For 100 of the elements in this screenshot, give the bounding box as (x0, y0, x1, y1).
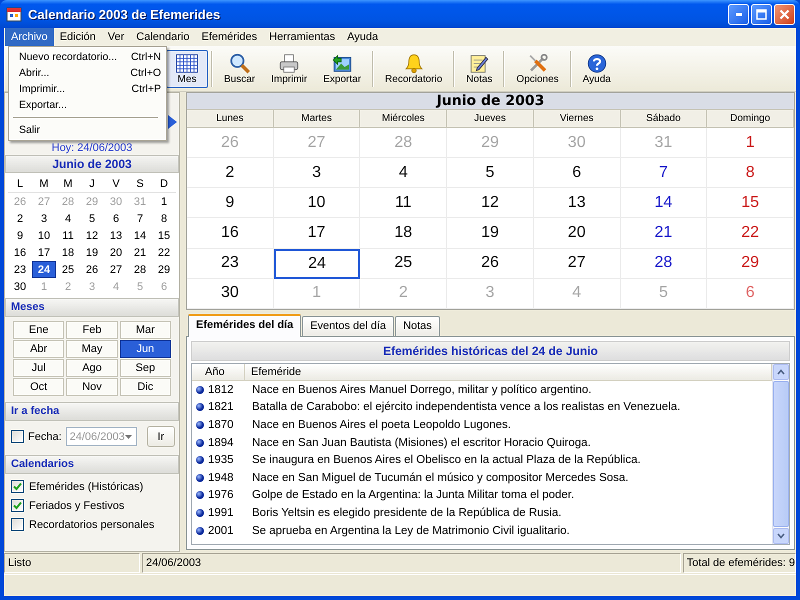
day-cell[interactable]: 21 (620, 218, 708, 249)
menu-item[interactable]: Efemérides (195, 28, 264, 46)
calendar-day[interactable]: 6 (104, 210, 128, 227)
calendar-day[interactable]: 17 (32, 244, 56, 261)
menu-item[interactable]: Edición (54, 28, 102, 46)
calendar-day[interactable]: 10 (32, 227, 56, 244)
maximize-button[interactable] (751, 4, 772, 24)
menu-item[interactable]: Ver (102, 28, 130, 46)
day-cell[interactable]: 20 (534, 218, 621, 249)
day-cell[interactable]: 12 (447, 188, 534, 218)
day-cell[interactable]: 5 (447, 158, 534, 188)
calendar-day[interactable]: 16 (8, 244, 32, 261)
calendar-day[interactable]: 26 (80, 261, 104, 278)
month-button[interactable]: Ene (13, 321, 64, 339)
calendar-day[interactable]: 27 (104, 261, 128, 278)
day-cell[interactable]: 17 (274, 218, 360, 249)
menu-item[interactable]: Calendario (130, 28, 196, 46)
toolbar-button[interactable]: Mes (166, 50, 208, 88)
scrollbar[interactable] (772, 364, 789, 544)
day-cell[interactable]: 19 (447, 218, 534, 249)
day-cell[interactable]: 24 (274, 248, 360, 279)
day-cell[interactable]: 27 (534, 248, 621, 279)
day-cell[interactable]: 11 (360, 188, 448, 218)
column-header[interactable]: Año (192, 364, 245, 380)
calendar-day[interactable]: 12 (80, 227, 104, 244)
day-cell[interactable]: 15 (707, 188, 794, 218)
calendar-day[interactable]: 20 (104, 244, 128, 261)
day-cell[interactable]: 29 (707, 248, 794, 279)
tab[interactable]: Efemérides del día (188, 314, 302, 337)
calendar-day[interactable]: 29 (152, 261, 176, 278)
go-button[interactable]: Ir (146, 426, 175, 447)
month-button[interactable]: May (66, 340, 118, 358)
calendar-day[interactable]: 23 (8, 261, 32, 278)
toolbar-button[interactable]: Recordatorio (377, 50, 450, 88)
toolbar-button[interactable]: Ayuda (574, 50, 619, 88)
calendar-day[interactable]: 1 (152, 193, 176, 210)
toolbar-button[interactable]: Imprimir (263, 50, 316, 88)
checkbox[interactable] (11, 480, 24, 493)
calendar-day[interactable]: 18 (56, 244, 80, 261)
calendar-day[interactable]: 19 (80, 244, 104, 261)
day-cell[interactable]: 13 (534, 188, 621, 218)
day-cell[interactable]: 4 (360, 158, 448, 188)
calendar-day[interactable]: 14 (128, 227, 152, 244)
tab[interactable]: Eventos del día (302, 316, 394, 336)
day-cell[interactable]: 26 (447, 248, 534, 279)
menu-item[interactable]: Ayuda (341, 28, 384, 46)
calendar-day[interactable]: 24 (32, 261, 56, 278)
toolbar-button[interactable]: Opciones (508, 50, 567, 88)
calendar-day[interactable]: 4 (56, 210, 80, 227)
menu-option[interactable]: Imprimir... Ctrl+P (9, 81, 166, 97)
day-cell[interactable]: 30 (187, 278, 274, 309)
day-cell[interactable]: 9 (187, 188, 274, 218)
minimize-button[interactable] (728, 4, 749, 24)
checkbox[interactable] (11, 499, 24, 512)
menu-item[interactable]: Archivo (5, 28, 54, 46)
calendar-day[interactable]: 7 (128, 210, 152, 227)
menu-option[interactable]: Nuevo recordatorio... Ctrl+N (9, 49, 166, 65)
day-cell[interactable]: 28 (620, 248, 708, 279)
day-cell[interactable]: 2 (187, 158, 274, 188)
calendar-day[interactable]: 15 (152, 227, 176, 244)
calendar-day[interactable]: 11 (56, 227, 80, 244)
day-cell[interactable]: 10 (274, 188, 360, 218)
month-button[interactable]: Abr (13, 340, 64, 358)
month-button[interactable]: Ago (66, 359, 118, 377)
day-cell[interactable]: 8 (707, 158, 794, 188)
calendar-day[interactable]: 8 (152, 210, 176, 227)
month-button[interactable]: Oct (13, 378, 64, 396)
day-cell[interactable]: 16 (187, 218, 274, 249)
calendar-day[interactable]: 9 (8, 227, 32, 244)
menu-option[interactable]: Salir (9, 122, 166, 138)
menu-item[interactable]: Herramientas (263, 28, 342, 46)
toolbar-button[interactable]: Exportar (315, 50, 370, 88)
month-button[interactable]: Mar (120, 321, 171, 339)
toolbar-button[interactable]: Notas (458, 50, 500, 88)
calendar-day[interactable]: 2 (8, 210, 32, 227)
month-button[interactable]: Jul (13, 359, 64, 377)
checkbox[interactable] (11, 430, 24, 443)
calendar-day[interactable]: 3 (32, 210, 56, 227)
day-cell[interactable]: 3 (274, 158, 360, 188)
calendar-day[interactable]: 21 (128, 244, 152, 261)
month-button[interactable]: Sep (120, 359, 171, 377)
day-cell[interactable]: 14 (620, 188, 708, 218)
calendar-day[interactable]: 22 (152, 244, 176, 261)
month-button[interactable]: Dic (120, 378, 171, 396)
calendar-day[interactable]: 30 (8, 278, 32, 295)
day-cell[interactable]: 22 (707, 218, 794, 249)
month-button[interactable]: Nov (66, 378, 118, 396)
day-cell[interactable]: 1 (707, 128, 794, 158)
calendar-day[interactable]: 25 (56, 261, 80, 278)
day-cell[interactable]: 18 (360, 218, 448, 249)
close-button[interactable] (774, 4, 795, 24)
calendar-day[interactable]: 13 (104, 227, 128, 244)
day-cell[interactable]: 6 (534, 158, 621, 188)
menu-option[interactable]: Abrir... Ctrl+O (9, 65, 166, 81)
tab[interactable]: Notas (395, 316, 440, 336)
day-cell[interactable]: 7 (620, 158, 708, 188)
menu-option[interactable]: Exportar... (9, 97, 166, 113)
toolbar-button[interactable]: Buscar (216, 50, 264, 88)
checkbox[interactable] (11, 518, 24, 531)
month-button[interactable]: Jun (120, 340, 171, 358)
